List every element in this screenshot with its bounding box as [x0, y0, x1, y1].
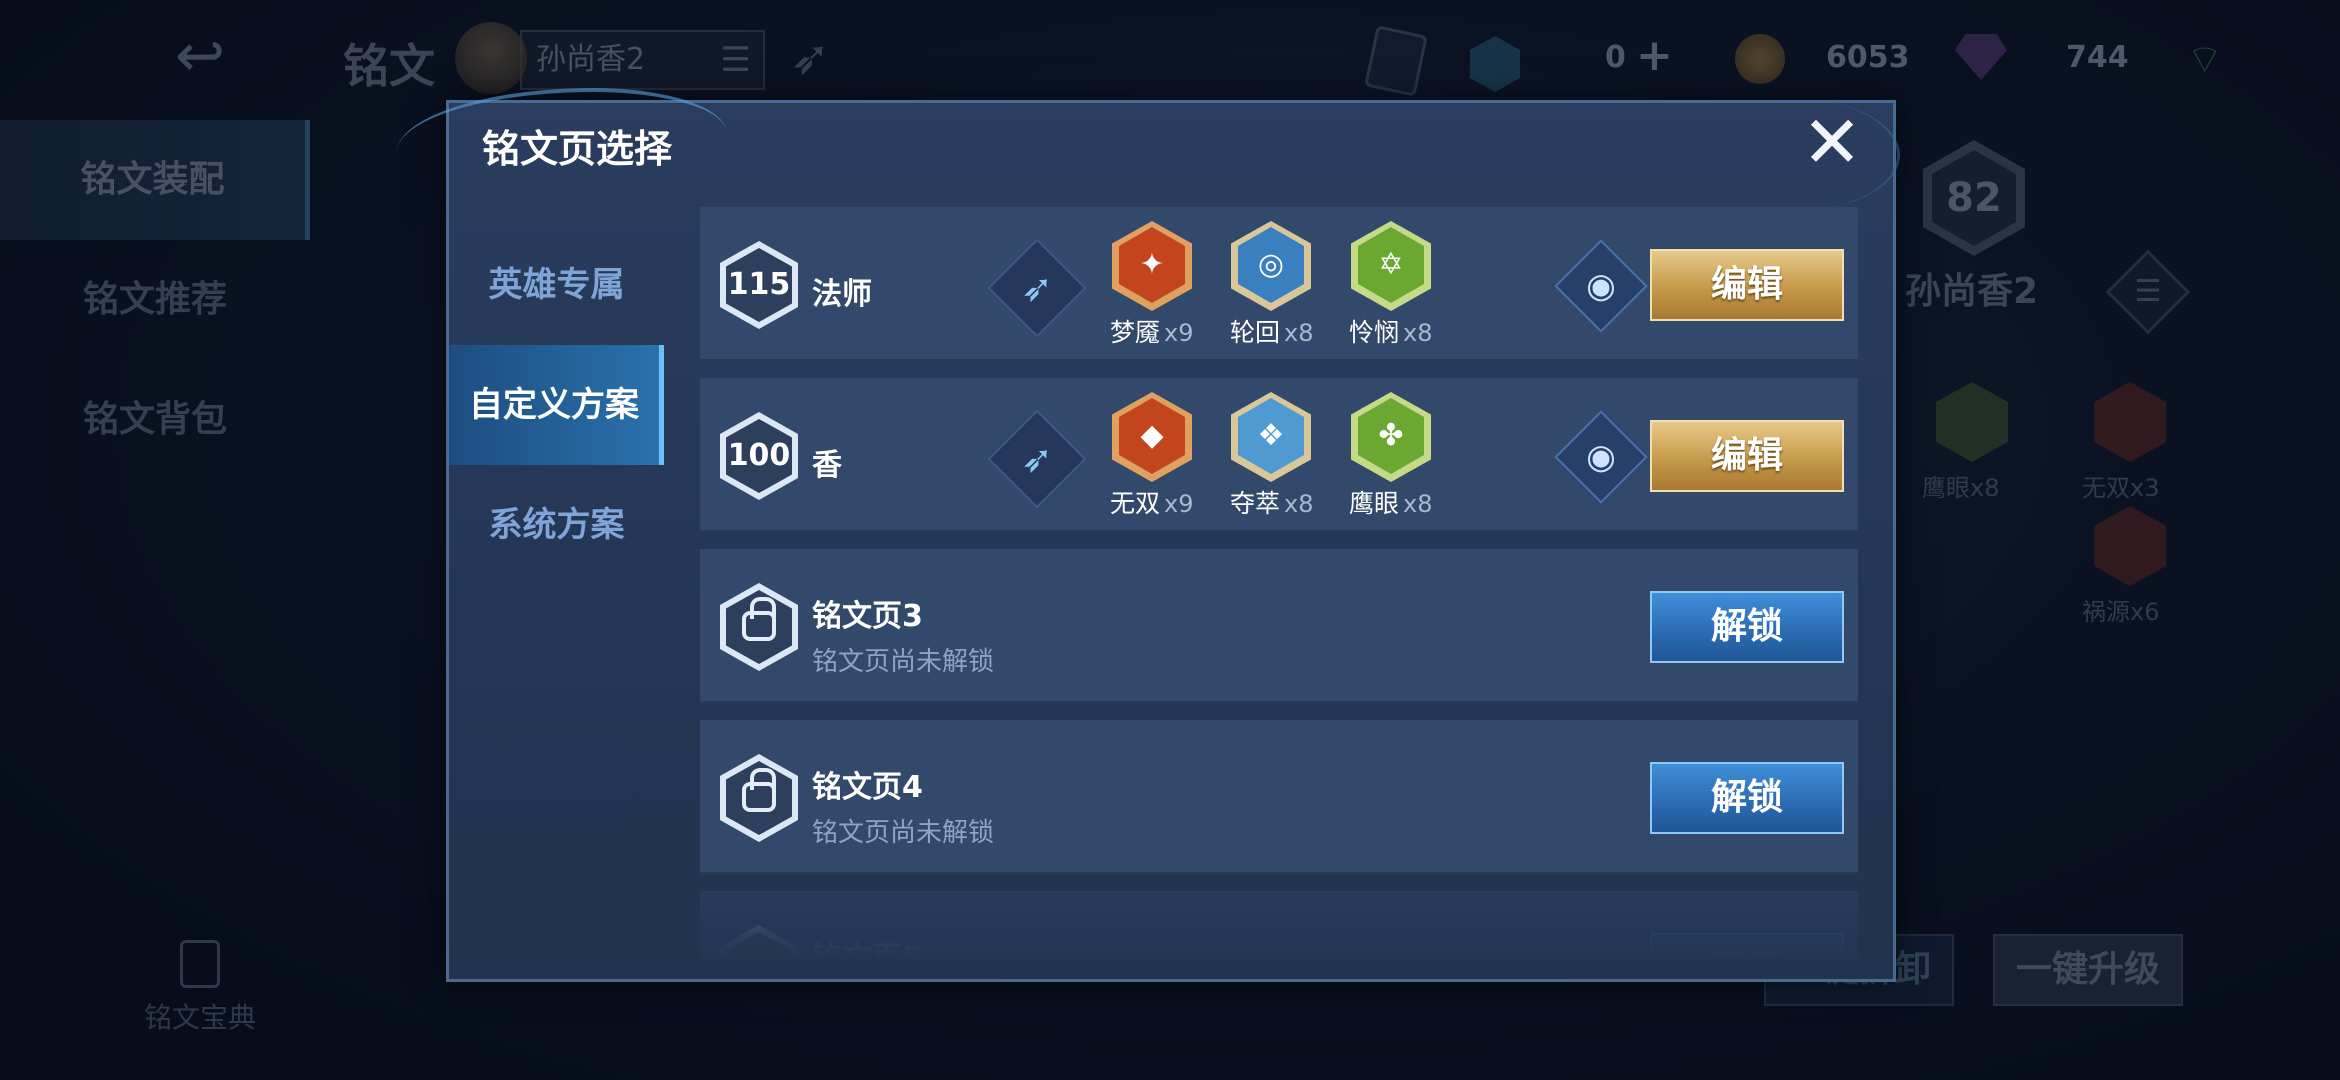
page-status: 铭文页尚未解锁	[812, 818, 995, 848]
unlock-button[interactable]: 解锁	[1650, 762, 1844, 834]
rune-page-row[interactable]: 100 香 ➶ ◆ 无双 x9 ❖ 夺萃 x8 ✤ 鹰眼 x8 ◉ 编辑	[700, 378, 1858, 533]
close-icon[interactable]: ✕	[1800, 106, 1864, 178]
eye-icon[interactable]: ◉	[1554, 239, 1648, 333]
page-status: 铭文页尚未解锁	[812, 647, 995, 677]
unlock-button[interactable]: 解锁	[1650, 591, 1844, 663]
dialog-title: 铭文页选择	[482, 127, 673, 171]
unlock-button[interactable]: 解锁	[1650, 933, 1844, 957]
rune-label: 无双 x9	[1110, 489, 1194, 518]
lock-icon	[742, 768, 776, 812]
lock-icon	[742, 597, 776, 641]
tab-system-plan[interactable]: 系统方案	[449, 465, 664, 585]
rune-page-row-locked[interactable]: 铭文页4 铭文页尚未解锁 解锁	[700, 720, 1858, 875]
dialog-tabs: 英雄专属 自定义方案 系统方案	[449, 225, 664, 585]
rune-page-row-locked[interactable]: 铭文页3 铭文页尚未解锁 解锁	[700, 549, 1858, 704]
eye-icon[interactable]: ◉	[1554, 410, 1648, 504]
feather-icon[interactable]: ➶	[987, 409, 1087, 509]
rune-page-row-locked[interactable]: 铭文页5 解锁	[700, 891, 1858, 957]
tab-hero-exclusive[interactable]: 英雄专属	[449, 225, 664, 345]
page-name: 香	[812, 448, 842, 483]
edit-button[interactable]: 编辑	[1650, 249, 1844, 321]
rune-page-row[interactable]: 115 法师 ➶ ✦ 梦魇 x9 ◎ 轮回 x8 ✡ 怜悯 x8 ◉ 编辑	[700, 207, 1858, 362]
page-name: 铭文页3	[812, 599, 923, 634]
feather-icon[interactable]: ➶	[987, 238, 1087, 338]
tab-custom-plan[interactable]: 自定义方案	[449, 345, 664, 465]
rune-label: 轮回 x8	[1230, 318, 1314, 347]
rune-label: 鹰眼x8	[1349, 489, 1433, 518]
page-name: 铭文页4	[812, 770, 923, 805]
page-name: 铭文页5	[812, 933, 923, 957]
rune-page-list[interactable]: 115 法师 ➶ ✦ 梦魇 x9 ◎ 轮回 x8 ✡ 怜悯 x8 ◉ 编辑 100 香…	[700, 207, 1858, 957]
rune-label: 夺萃 x8	[1230, 489, 1314, 518]
rune-label: 怜悯 x8	[1349, 318, 1433, 347]
page-name: 法师	[812, 277, 872, 312]
rune-label: 梦魇 x9	[1110, 318, 1194, 347]
edit-button[interactable]: 编辑	[1650, 420, 1844, 492]
